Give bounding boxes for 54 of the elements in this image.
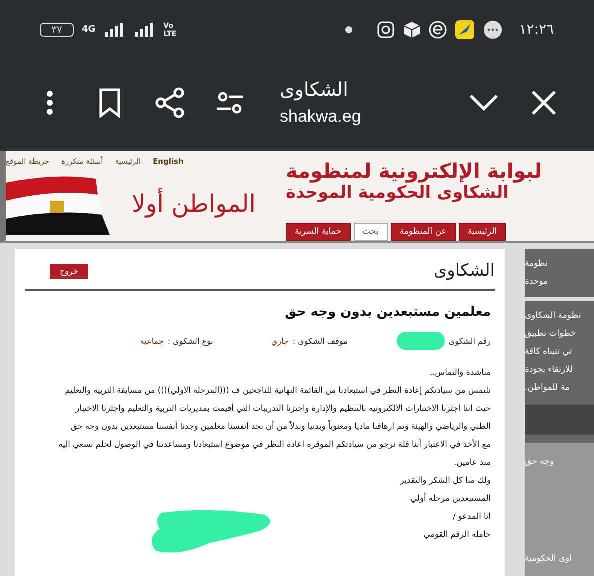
sidebar-text: اوى الحكومية [525, 553, 574, 566]
bird-app-icon [455, 20, 476, 40]
site-title: الشكاوى الحكومية الموحدة [286, 183, 509, 203]
complaint-subject: معلمين مستبعدين بدون وجه حق [284, 305, 491, 320]
nav-tab[interactable]: بحث [354, 223, 388, 241]
sidebar-heading: نظومة [525, 258, 549, 271]
slogan: المواطن أولا [132, 190, 256, 218]
complaint-text: منذ عامين. [453, 456, 491, 469]
share-icon [154, 86, 186, 118]
complaint-text: نلتمس من سيادتكم إعادة النظر في استبعادنا من القائمة النهائية للناجحين ف (((المرحلة الاولي)))) من مسابقة التربية والتعليم [64, 384, 491, 397]
sidebar-text: للارتقاء بجودة [525, 364, 574, 377]
nav-tab[interactable]: الرئيسية [458, 223, 506, 241]
sidebar-panel [525, 405, 594, 435]
site-title: لبوابة الإلكترونية لمنظومة [286, 159, 542, 183]
signal-icon [104, 23, 126, 37]
complaint-text: ولك منا كل الشكر والتقدير [398, 474, 491, 487]
redaction-mark [396, 332, 445, 350]
kebab-icon [46, 90, 54, 116]
sidebar-heading: موحدة [525, 276, 550, 289]
page-title: الشكاوى [280, 78, 348, 100]
complaint-text: مناشدة والتماس.. [428, 366, 491, 379]
complaint-text: انا المدعو / [452, 510, 491, 523]
sidebar-text: مة للمواطن. [525, 382, 571, 395]
battery-icon: ٣٧ [40, 23, 74, 37]
sidebar-text: تي تتبناه كافة [525, 346, 574, 359]
circle-e-icon [429, 21, 448, 39]
close-icon [531, 90, 557, 116]
cube-icon [403, 21, 422, 39]
sidebar-text: نظومة الشكاوى [525, 310, 582, 323]
page-url: shakwa.eg [280, 106, 362, 126]
logout-button[interactable]: خروج [50, 264, 88, 278]
network-label: 4G [82, 25, 96, 35]
complaint-text: حامله الرقم القومي [422, 528, 491, 541]
camera-icon [377, 21, 396, 39]
section-heading: الشكاوى [434, 261, 495, 281]
clock-time: ١٢:٢٦ [519, 22, 554, 38]
nav-tab[interactable]: حماية السرية [286, 223, 351, 241]
signal-icon [134, 23, 156, 37]
complaint-text: مع الأخذ في الاعتبار أننا قلة نرجو من سيادتكم الموقره اعادة النظر في موضوع استبعادنا ومساعدتنا في الوصول لحلم نسعي اليه [58, 438, 491, 451]
complaint-text: الطبي والرياضي والهيئة وتم ارهاقنا ماديا ومعنوياً وبدنيا وبدلاً من أن نجد أنفسنا معلمين وجدنا أنفسنا مستبعدين بدون وجه حق [70, 420, 491, 433]
sliders-icon [216, 90, 244, 114]
field-value: جماعية [140, 336, 164, 346]
field-label: رقم الشكوى [448, 336, 491, 346]
field-label: نوع الشكوى : [168, 336, 214, 346]
nav-tab[interactable]: عن المنظومة [390, 223, 456, 241]
chat-icon [483, 20, 504, 40]
complaint-text: المستبعدين مرحله أولي [410, 492, 491, 505]
field-label: موقف الشكوى : [292, 336, 348, 346]
bookmark-icon [98, 88, 122, 118]
complaint-text: حيث اننا اجتزنا الاختبارات الالكترونيه بالتنظيم والإدارة واجتزنا التدريبات التي أقيمت بمديريات التربية والتعليم واجتزنا الاختبار [74, 402, 491, 415]
field-value: جاري [271, 336, 289, 346]
sidebar-text: خطوات تطبيق [525, 328, 578, 341]
dot-icon [345, 26, 354, 34]
chevron-down-icon [469, 94, 499, 112]
